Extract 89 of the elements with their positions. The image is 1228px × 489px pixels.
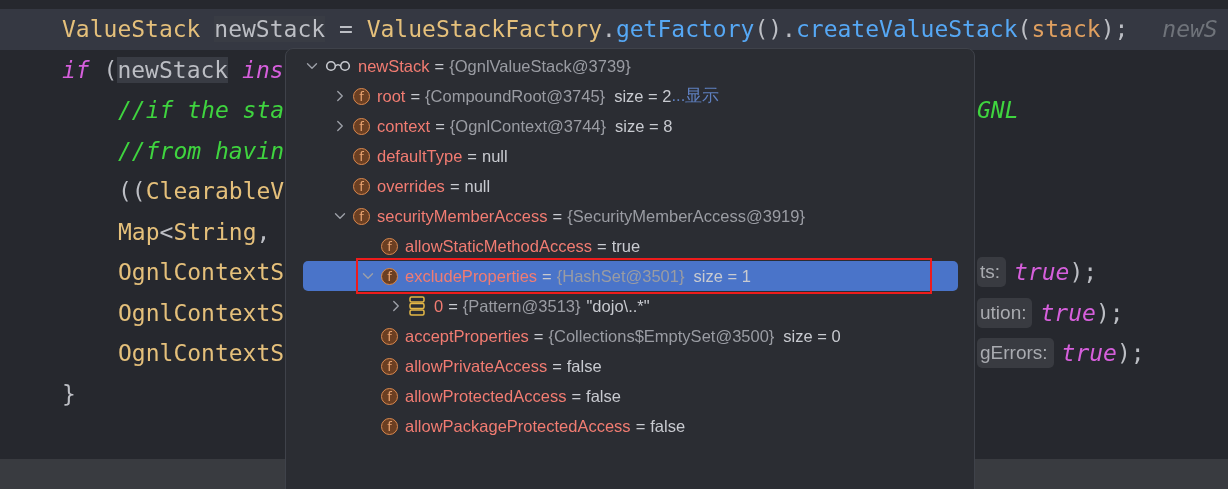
- object-reference: {Pattern@3513}: [462, 296, 581, 316]
- code-line: //from havin: [118, 137, 285, 164]
- variable-name: allowProtectedAccess: [405, 386, 567, 406]
- code-line: GNL: [977, 97, 1019, 124]
- code-line: OgnlContextS: [118, 299, 285, 326]
- equals-sign: =: [552, 356, 562, 376]
- equals-sign: =: [597, 236, 607, 256]
- tree-row[interactable]: f overrides = null: [303, 171, 958, 201]
- variable-name: acceptProperties: [405, 326, 529, 346]
- tree-row[interactable]: f allowStaticMethodAccess = true: [303, 231, 958, 261]
- variable-value: false: [566, 356, 602, 376]
- equals-sign: =: [571, 386, 582, 406]
- inline-value-hint: newS: [1162, 16, 1218, 43]
- variable-value: null: [464, 176, 491, 196]
- show-more-link[interactable]: ...显示: [671, 85, 720, 107]
- variable-name: 0: [434, 296, 444, 316]
- variable-name: allowPrivateAccess: [405, 356, 548, 376]
- field-icon: f: [353, 207, 370, 225]
- object-reference: {OgnlContext@3744}: [449, 116, 607, 136]
- object-reference: {CompoundRoot@3745}: [425, 86, 606, 106]
- field-icon: f: [381, 327, 398, 345]
- tree-row[interactable]: f excludeProperties = {HashSet@3501} size = 1: [303, 261, 958, 291]
- object-reference: {Collections$EmptySet@3500}: [548, 326, 775, 346]
- code-line: true);: [1061, 340, 1145, 367]
- size-value: size = 1: [693, 266, 751, 286]
- variable-name: defaultType: [377, 146, 463, 166]
- field-icon: f: [353, 177, 370, 195]
- code-line: true);: [1040, 299, 1124, 326]
- equals-sign: =: [449, 176, 460, 196]
- code-line: true);: [1014, 259, 1098, 286]
- code-line: if (newStack ins: [62, 56, 284, 83]
- size-value: size = 8: [615, 116, 673, 136]
- object-reference: {HashSet@3501}: [556, 266, 685, 286]
- tree-row[interactable]: newStack = {OgnlValueStack@3739}: [303, 51, 958, 81]
- code-line: OgnlContextS: [118, 340, 285, 367]
- variable-name: securityMemberAccess: [377, 206, 548, 226]
- variable-name: context: [377, 116, 431, 136]
- field-icon: f: [353, 147, 370, 165]
- equals-sign: =: [635, 416, 646, 436]
- object-reference: {OgnlValueStack@3739}: [449, 56, 631, 76]
- variable-value: false: [650, 416, 686, 436]
- equals-sign: =: [448, 296, 458, 316]
- variable-value: true: [611, 236, 641, 256]
- object-reference: {SecurityMemberAccess@3919}: [567, 206, 805, 226]
- field-icon: f: [353, 87, 370, 105]
- tree-row[interactable]: f allowPackageProtectedAccess = false: [303, 411, 958, 441]
- tree-row[interactable]: f allowPrivateAccess = false: [303, 351, 958, 381]
- equals-sign: =: [467, 146, 477, 166]
- field-icon: f: [353, 117, 370, 135]
- variable-name: allowPackageProtectedAccess: [405, 416, 631, 436]
- variable-value: false: [586, 386, 621, 406]
- code-line: Map<String,: [118, 218, 271, 245]
- variable-name: overrides: [377, 176, 445, 196]
- field-icon: f: [381, 387, 398, 405]
- tree-row[interactable]: f allowProtectedAccess = false: [303, 381, 958, 411]
- equals-sign: =: [435, 116, 445, 136]
- code-line: OgnlContextS: [118, 259, 285, 286]
- tree-row[interactable]: f securityMemberAccess = {SecurityMemberAccess@3919}: [303, 201, 958, 231]
- variable-name: allowStaticMethodAccess: [405, 236, 593, 256]
- code-line: //if the sta: [118, 97, 285, 124]
- code-line: ValueStack newStack = ValueStackFactory.getFactory().createValueStack(stack);: [62, 16, 1129, 43]
- array-icon: [409, 296, 425, 316]
- code-line: }: [62, 380, 76, 407]
- variable-name: newStack: [358, 56, 430, 76]
- parameter-hint: ution:: [977, 297, 1033, 328]
- size-value: size = 2: [614, 86, 672, 106]
- tree-row[interactable]: f context = {OgnlContext@3744} size = 8: [303, 111, 958, 141]
- variable-name: excludeProperties: [405, 266, 538, 286]
- size-value: size = 0: [783, 326, 841, 346]
- field-icon: f: [381, 237, 398, 255]
- equals-sign: =: [552, 206, 563, 226]
- variable-value: "dojo\..*": [586, 296, 650, 316]
- field-icon: f: [381, 357, 398, 375]
- equals-sign: =: [533, 326, 544, 346]
- parameter-hint: gErrors:: [977, 338, 1054, 369]
- tree-row[interactable]: f defaultType = null: [303, 141, 958, 171]
- tree-row[interactable]: f root = {CompoundRoot@3745} size = 2...显示: [303, 81, 958, 111]
- tree-row[interactable]: 0 = {Pattern@3513} "dojo\..*": [303, 291, 958, 321]
- equals-sign: =: [542, 266, 552, 286]
- variable-value: null: [481, 146, 508, 166]
- field-icon: f: [381, 417, 398, 435]
- code-line: ((ClearableV: [118, 178, 285, 205]
- field-icon: f: [381, 267, 398, 285]
- equals-sign: =: [410, 86, 421, 106]
- equals-sign: =: [434, 56, 445, 76]
- parameter-hint: ts:: [977, 257, 1007, 288]
- glasses-icon: [325, 60, 351, 72]
- variable-name: root: [377, 86, 406, 106]
- tree-row[interactable]: f acceptProperties = {Collections$EmptySet@3500} size = 0: [303, 321, 958, 351]
